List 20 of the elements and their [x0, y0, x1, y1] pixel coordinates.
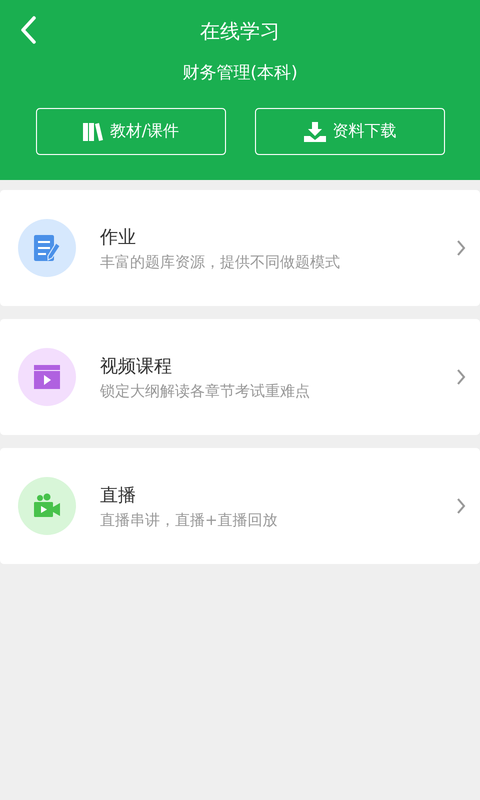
video-clapper-icon: [33, 364, 61, 390]
item-description: 直播串讲，直播+直播回放: [100, 510, 279, 530]
menu-card[interactable]: 直播 直播串讲，直播+直播回放: [0, 448, 480, 564]
download-icon: [302, 120, 326, 142]
item-description: 锁定大纲解读各章节考试重难点: [100, 382, 311, 400]
chevron-icon: [456, 497, 466, 515]
chevron-icon: [456, 239, 466, 257]
video-camera-icon: [33, 493, 61, 519]
books-icon: [82, 122, 104, 142]
item-title: 视频课程: [100, 354, 173, 378]
item-title: 直播: [100, 484, 137, 506]
item-title: 作业: [100, 226, 137, 248]
menu-card[interactable]: 视频课程 锁定大纲解读各章节考试重难点: [0, 319, 480, 435]
back-icon: [20, 16, 36, 44]
chevron-icon: [456, 368, 466, 386]
menu-card[interactable]: 作业 丰富的题库资源，提供不同做题模式: [0, 190, 480, 306]
page-title: 在线学习: [200, 18, 280, 44]
course-name: 财务管理(本科): [182, 62, 298, 84]
item-description: 丰富的题库资源，提供不同做题模式: [100, 252, 341, 272]
document-pencil-icon: [32, 233, 62, 263]
